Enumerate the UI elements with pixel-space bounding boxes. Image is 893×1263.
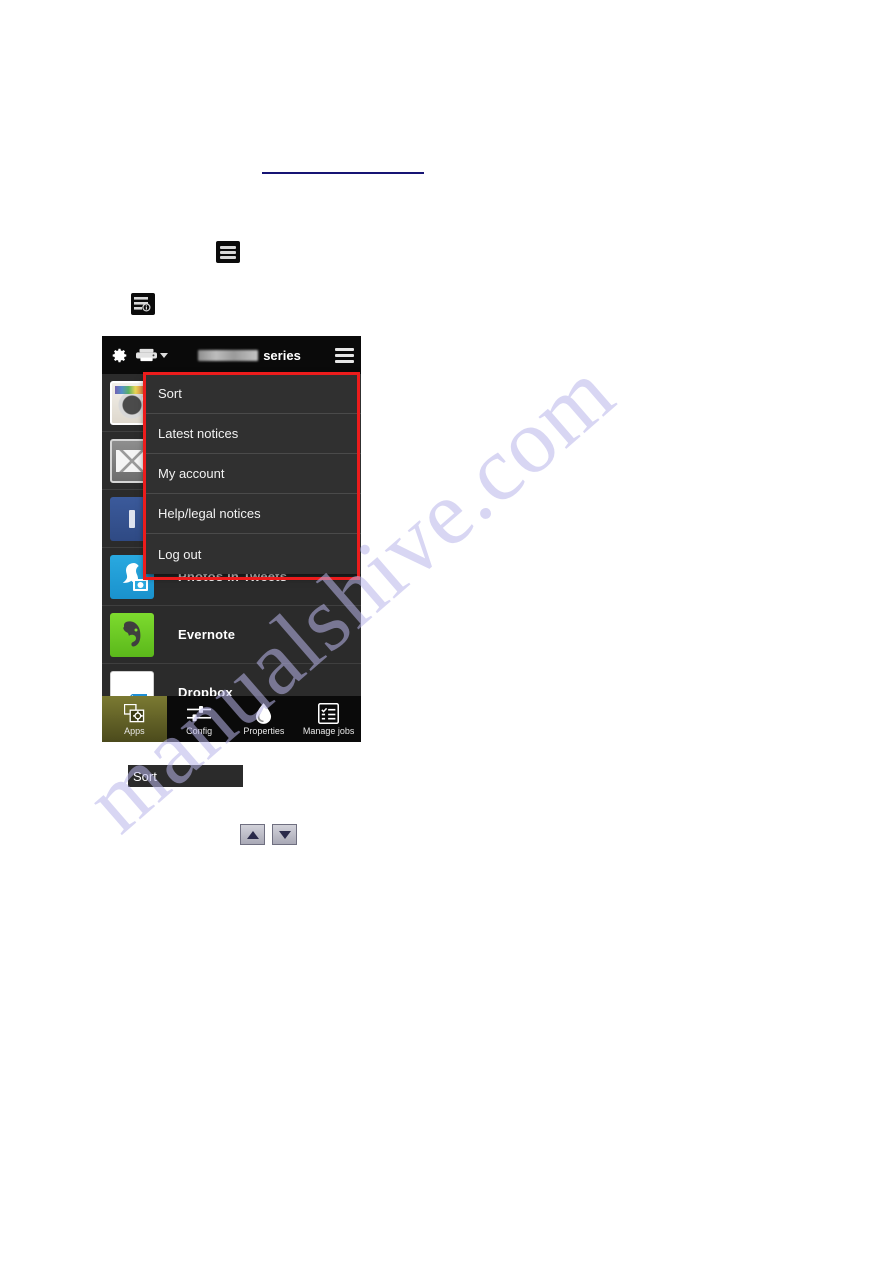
printer-icon	[136, 348, 157, 362]
tab-config[interactable]: Config	[167, 696, 232, 742]
tab-label: Config	[186, 726, 213, 736]
sort-chip-label: Sort	[128, 765, 243, 787]
model-name-redacted	[198, 349, 259, 361]
tab-label: Apps	[124, 726, 145, 736]
chevron-down-icon	[160, 352, 168, 358]
sliders-icon	[187, 702, 212, 724]
triangle-down-icon	[278, 830, 291, 839]
tab-manage-jobs[interactable]: Manage jobs	[296, 696, 361, 742]
tab-properties[interactable]: Properties	[232, 696, 297, 742]
model-series-label: series	[263, 347, 301, 363]
device-tab-bar: Apps Config Properties Manage jobs	[102, 696, 361, 742]
menu-item-log-out[interactable]: Log out	[145, 534, 361, 574]
printer-model-name: series	[178, 348, 327, 363]
arrow-down-button[interactable]	[272, 824, 297, 845]
apps-icon	[123, 702, 145, 724]
checklist-icon	[318, 702, 340, 724]
device-top-bar: series	[102, 336, 361, 374]
evernote-elephant-icon	[110, 612, 154, 657]
arrow-up-button[interactable]	[240, 824, 265, 845]
list-item[interactable]: Evernote	[102, 606, 361, 664]
hamburger-menu-icon	[216, 241, 240, 263]
menu-item-help-legal-notices[interactable]: Help/legal notices	[145, 494, 361, 534]
menu-with-info-icon	[131, 293, 155, 315]
hamburger-menu-icon	[334, 347, 354, 363]
menu-item-latest-notices[interactable]: Latest notices	[145, 414, 361, 454]
gear-icon	[112, 348, 126, 362]
printer-selector-button[interactable]	[136, 348, 178, 362]
ink-drop-icon	[255, 702, 272, 724]
device-screenshot: series Photos in Tweets Evernote Dropbox…	[102, 336, 361, 742]
app-label: Evernote	[178, 627, 236, 642]
tab-apps[interactable]: Apps	[102, 696, 167, 742]
hamburger-bars	[220, 245, 236, 259]
device-dropdown-menu: Sort Latest notices My account Help/lega…	[145, 374, 361, 574]
menu-item-my-account[interactable]: My account	[145, 454, 361, 494]
tab-label: Properties	[243, 726, 285, 736]
menu-item-sort[interactable]: Sort	[145, 374, 361, 414]
tab-label: Manage jobs	[302, 726, 355, 736]
device-menu-button[interactable]	[327, 347, 361, 363]
settings-gear-button[interactable]	[102, 347, 136, 364]
document-link-underline[interactable]	[262, 172, 424, 174]
triangle-up-icon	[246, 830, 259, 839]
